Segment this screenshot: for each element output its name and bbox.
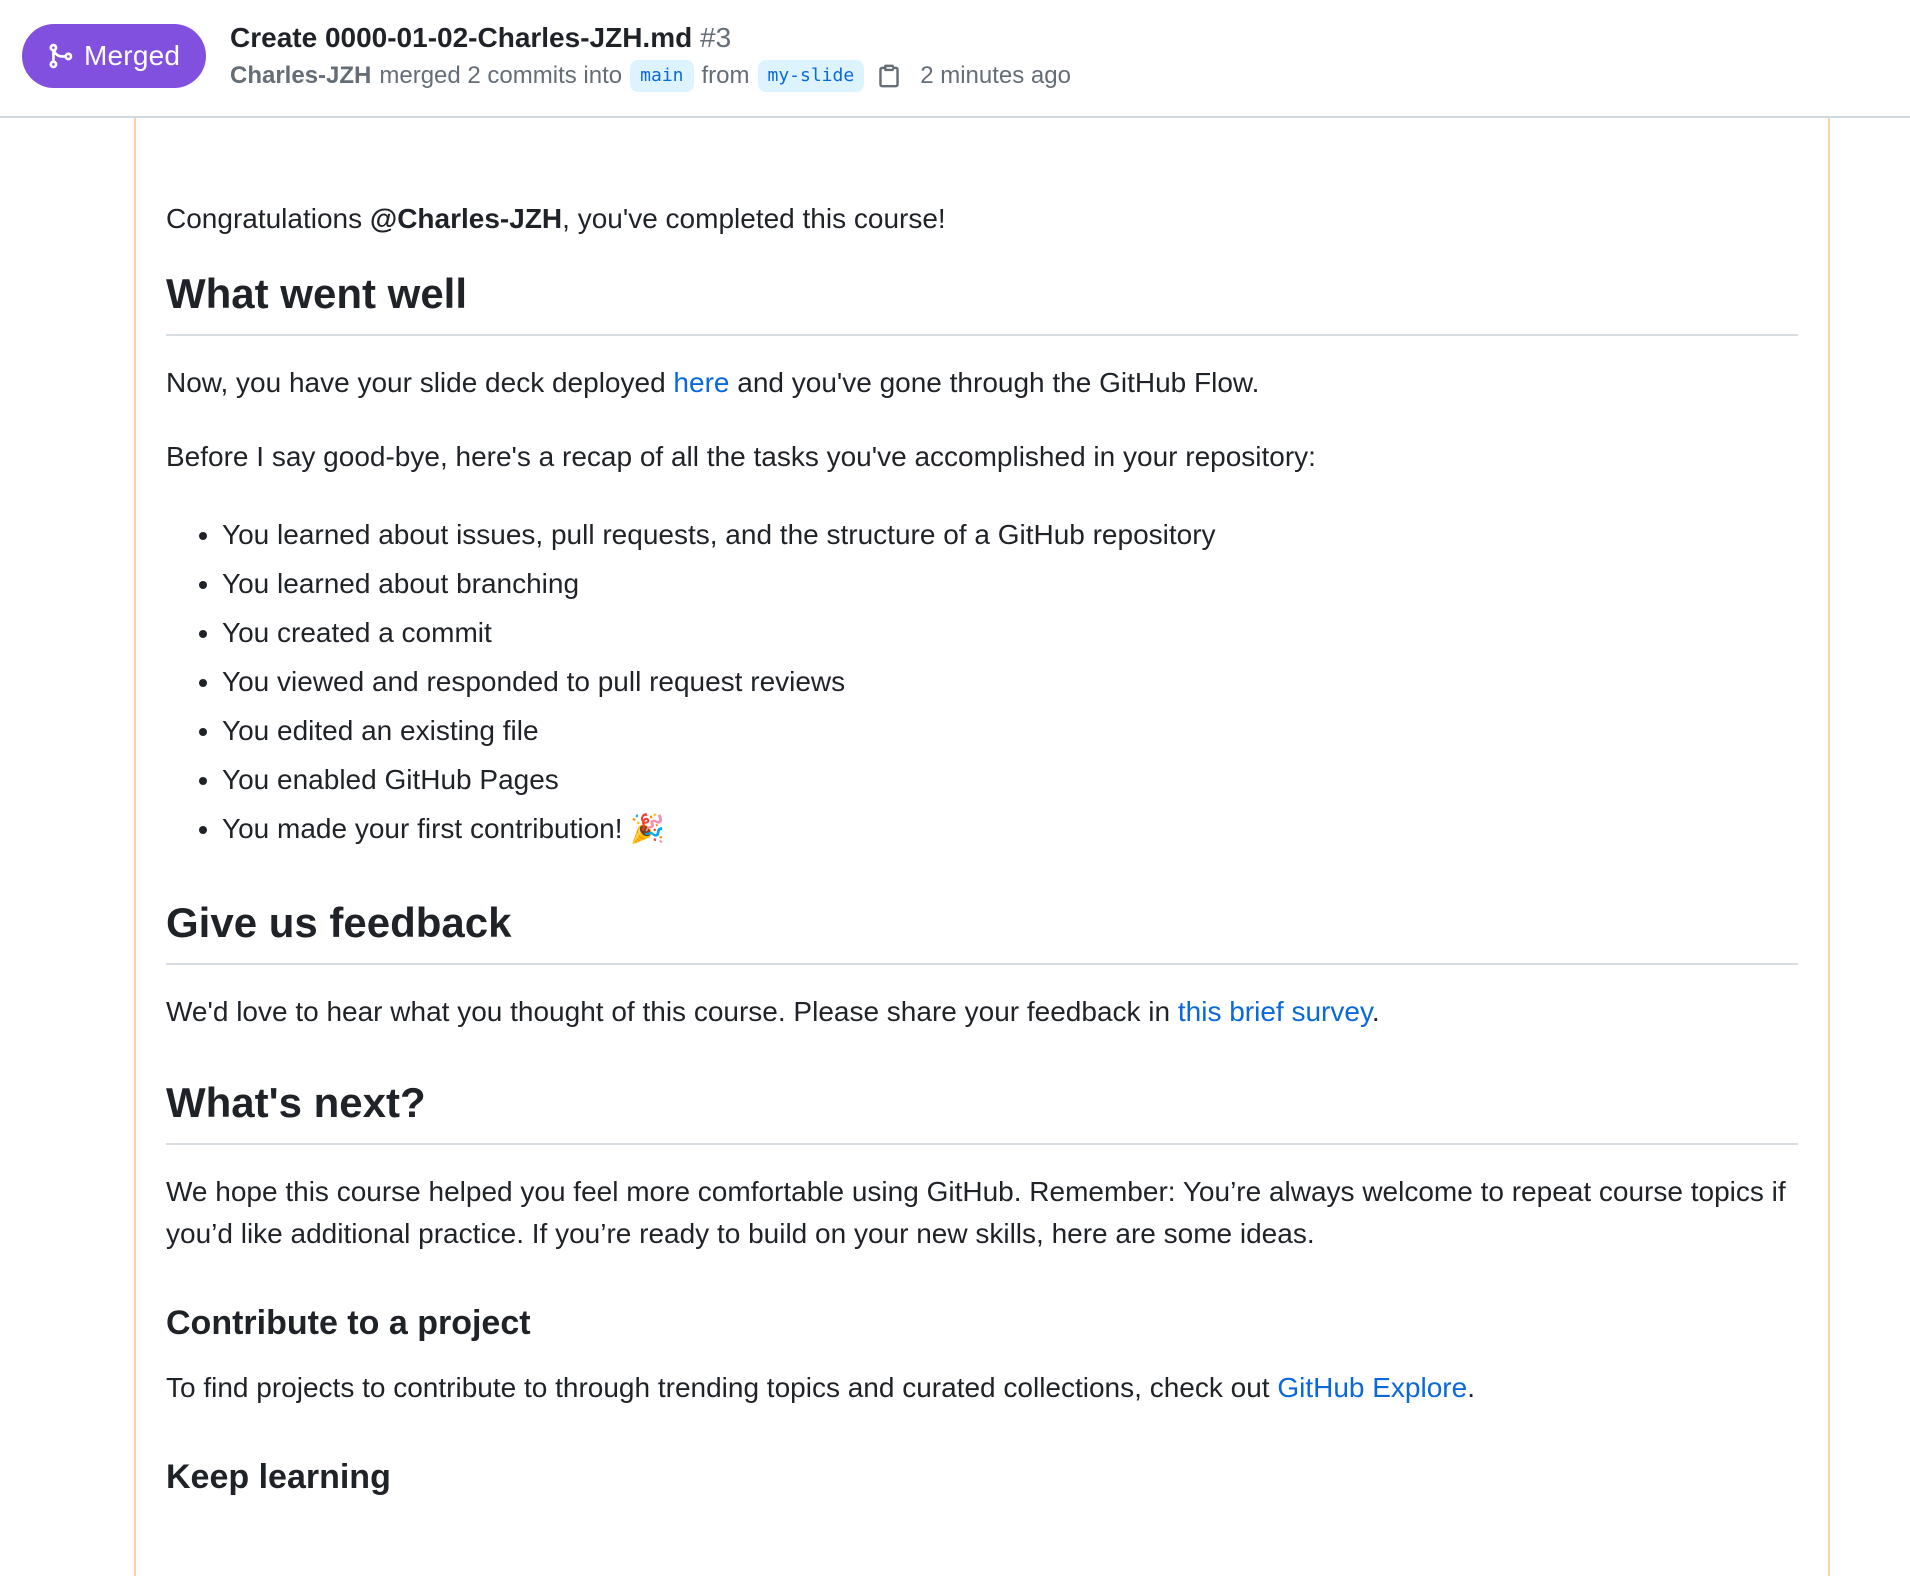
heading-whats-next: What's next? bbox=[166, 1077, 1798, 1145]
markdown-body: Congratulations @Charles-JZH, you've com… bbox=[166, 198, 1798, 1521]
list-item: You edited an existing file bbox=[222, 706, 1798, 755]
merged-state-label: Merged bbox=[84, 40, 181, 71]
contribute-paragraph: To find projects to contribute to throug… bbox=[166, 1367, 1798, 1409]
pr-number[interactable]: #3 bbox=[700, 22, 731, 53]
feedback-paragraph: We'd love to hear what you thought of th… bbox=[166, 991, 1798, 1033]
recap-intro: Before I say good-bye, here's a recap of… bbox=[166, 441, 1316, 472]
list-item: You viewed and responded to pull request… bbox=[222, 657, 1798, 706]
deployed-text-end: and you've gone through the GitHub Flow. bbox=[729, 367, 1260, 398]
merge-action-text: merged 2 commits into bbox=[379, 62, 623, 89]
pull-request-header: Merged Create 0000-01-02-Charles-JZH.md … bbox=[0, 0, 1910, 118]
comment-body: Congratulations @Charles-JZH, you've com… bbox=[134, 118, 1830, 1576]
deployed-paragraph: Now, you have your slide deck deployed h… bbox=[166, 362, 1798, 404]
congrats-paragraph: Congratulations @Charles-JZH, you've com… bbox=[166, 198, 1798, 240]
heading-what-went-well: What went well bbox=[166, 268, 1798, 336]
recap-list: You learned about issues, pull requests,… bbox=[166, 510, 1798, 853]
list-item: You made your first contribution! 🎉 bbox=[222, 804, 1798, 853]
contribute-text-end: . bbox=[1467, 1372, 1475, 1403]
list-item: You enabled GitHub Pages bbox=[222, 755, 1798, 804]
merge-time: 2 minutes ago bbox=[920, 62, 1071, 89]
pr-title-row: Create 0000-01-02-Charles-JZH.md #3 bbox=[230, 20, 731, 56]
deployed-text: Now, you have your slide deck deployed bbox=[166, 367, 674, 398]
base-branch-ref[interactable]: main bbox=[630, 60, 694, 92]
head-branch-ref[interactable]: my-slide bbox=[757, 60, 865, 92]
list-item: You learned about branching bbox=[222, 559, 1798, 608]
feedback-text-end: . bbox=[1371, 996, 1380, 1027]
pr-merge-summary: Charles-JZH merged 2 commits into main f… bbox=[230, 58, 1071, 94]
author-link[interactable]: Charles-JZH bbox=[230, 58, 371, 94]
deployed-here-link[interactable]: here bbox=[673, 367, 729, 398]
pr-title: Create 0000-01-02-Charles-JZH.md bbox=[230, 22, 693, 53]
git-merge-icon bbox=[49, 43, 73, 69]
github-explore-link[interactable]: GitHub Explore bbox=[1277, 1372, 1467, 1403]
heading-contribute: Contribute to a project bbox=[166, 1304, 531, 1342]
list-item: You learned about issues, pull requests,… bbox=[222, 510, 1798, 559]
next-paragraph: We hope this course helped you feel more… bbox=[166, 1176, 1786, 1249]
contribute-text: To find projects to contribute to throug… bbox=[166, 1372, 1278, 1403]
user-mention[interactable]: @Charles-JZH bbox=[370, 203, 562, 234]
copy-icon[interactable] bbox=[876, 61, 902, 91]
congrats-text-end: , you've completed this course! bbox=[562, 203, 946, 234]
from-text: from bbox=[701, 62, 750, 89]
feedback-text: We'd love to hear what you thought of th… bbox=[166, 996, 1178, 1027]
heading-keep-learning: Keep learning bbox=[166, 1458, 391, 1496]
heading-give-feedback: Give us feedback bbox=[166, 897, 1798, 965]
merged-state-badge: Merged bbox=[22, 24, 207, 88]
survey-link[interactable]: this brief survey bbox=[1178, 996, 1372, 1027]
congrats-text: Congratulations bbox=[166, 203, 370, 234]
list-item: You created a commit bbox=[222, 608, 1798, 657]
